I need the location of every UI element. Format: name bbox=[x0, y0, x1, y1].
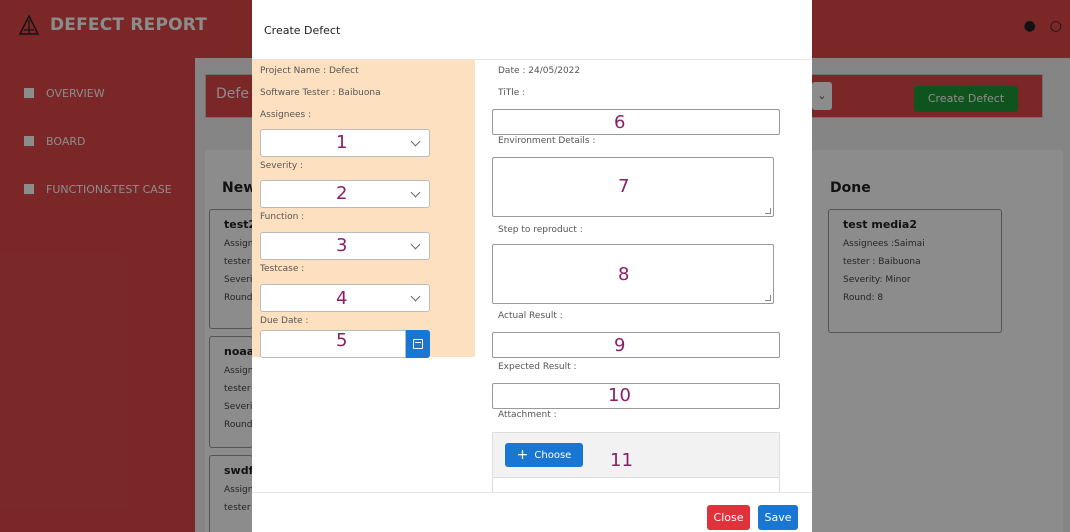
steps-label: Step to reproduct : bbox=[498, 225, 583, 235]
marker-label: 1 bbox=[336, 132, 348, 153]
modal-title: Create Defect bbox=[264, 24, 341, 37]
due-date-label: Due Date : bbox=[260, 316, 309, 326]
attachment-label: Attachment : bbox=[498, 410, 557, 420]
resize-handle-icon[interactable] bbox=[765, 208, 771, 214]
marker-label: 11 bbox=[610, 450, 633, 471]
attachment-uploader: + Choose bbox=[492, 432, 780, 493]
chevron-down-icon bbox=[410, 136, 421, 147]
attachment-drop-area[interactable] bbox=[493, 477, 779, 493]
function-label: Function : bbox=[260, 212, 305, 222]
expected-result-label: Expected Result : bbox=[498, 362, 577, 372]
title-label: TiTle : bbox=[498, 88, 526, 98]
choose-label: Choose bbox=[534, 449, 572, 461]
marker-label: 7 bbox=[618, 176, 630, 197]
actual-result-label: Actual Result : bbox=[498, 311, 563, 321]
defect-info-panel: Project Name : Defect Software Tester : … bbox=[252, 60, 475, 358]
marker-label: 2 bbox=[336, 183, 348, 204]
marker-label: 4 bbox=[336, 288, 348, 309]
resize-handle-icon[interactable] bbox=[765, 295, 771, 301]
project-name: Project Name : Defect bbox=[260, 66, 359, 76]
software-tester: Software Tester : Baibuona bbox=[260, 88, 381, 98]
plus-icon: + bbox=[516, 447, 529, 463]
choose-button[interactable]: + Choose bbox=[505, 443, 583, 467]
marker-label: 3 bbox=[336, 235, 348, 256]
testcase-label: Testcase : bbox=[260, 264, 305, 274]
marker-label: 5 bbox=[336, 330, 348, 351]
close-button[interactable]: Close bbox=[707, 505, 750, 530]
steps-textarea[interactable] bbox=[492, 244, 774, 304]
create-defect-modal: Create Defect Project Name : Defect Soft… bbox=[252, 0, 812, 532]
modal-header: Create Defect bbox=[252, 0, 812, 60]
modal-footer: Close Save bbox=[252, 492, 812, 532]
chevron-down-icon bbox=[410, 187, 421, 198]
calendar-button[interactable] bbox=[406, 330, 430, 358]
assignees-label: Assignees : bbox=[260, 110, 312, 120]
marker-label: 9 bbox=[614, 335, 626, 356]
marker-label: 6 bbox=[614, 112, 626, 133]
save-button[interactable]: Save bbox=[758, 505, 798, 530]
chevron-down-icon bbox=[410, 239, 421, 250]
expected-result-input[interactable] bbox=[492, 383, 780, 409]
title-input[interactable] bbox=[492, 109, 780, 135]
date-text: Date : 24/05/2022 bbox=[498, 66, 581, 76]
marker-label: 10 bbox=[608, 385, 631, 406]
due-date-input[interactable] bbox=[260, 330, 406, 358]
calendar-icon bbox=[413, 339, 423, 349]
environment-textarea[interactable] bbox=[492, 157, 774, 217]
actual-result-input[interactable] bbox=[492, 332, 780, 358]
severity-label: Severity : bbox=[260, 161, 304, 171]
environment-label: Environment Details : bbox=[498, 136, 596, 146]
marker-label: 8 bbox=[618, 264, 630, 285]
chevron-down-icon bbox=[410, 291, 421, 302]
